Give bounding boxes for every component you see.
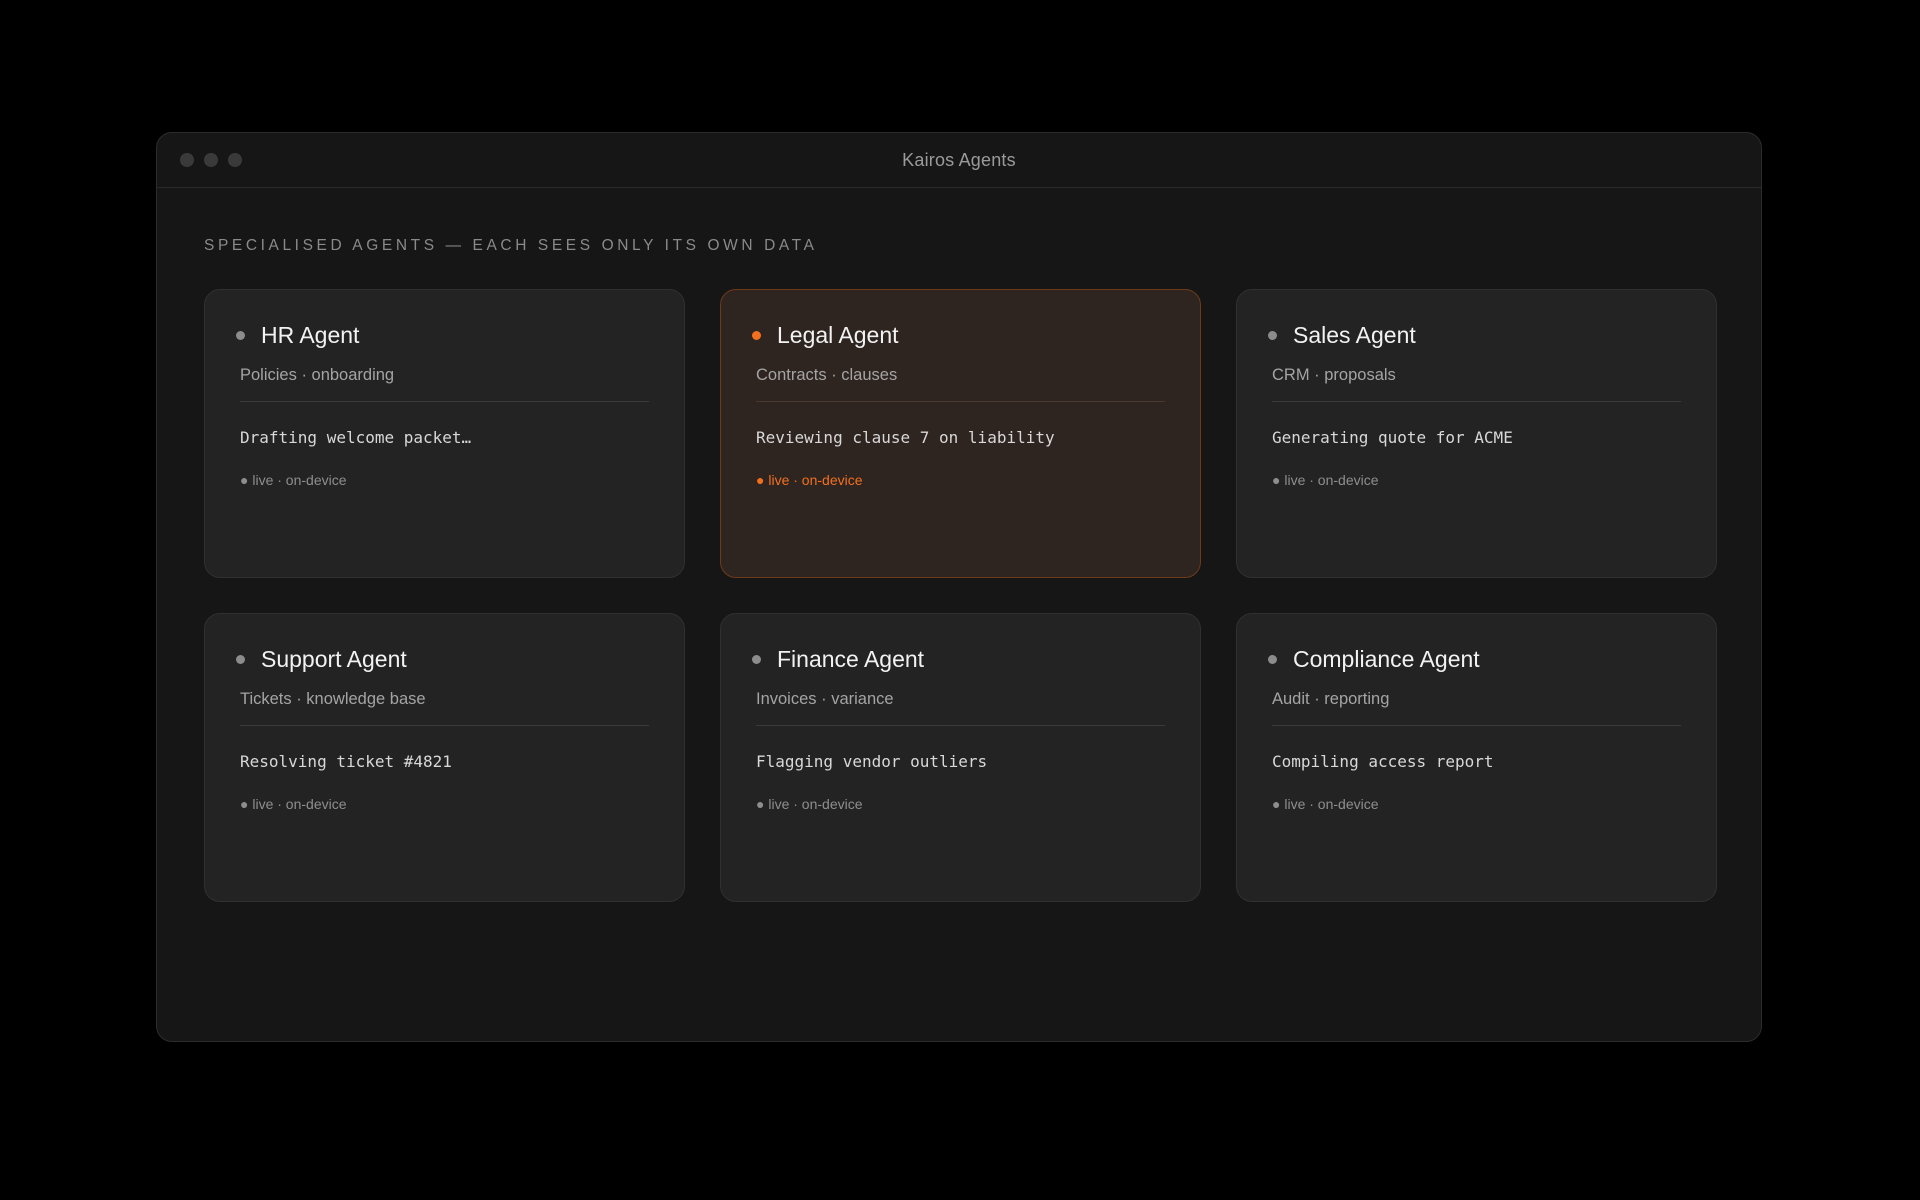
status-dot-icon xyxy=(1268,654,1277,664)
status-dot-icon xyxy=(752,654,761,664)
agent-status: ● live · on-device xyxy=(1272,472,1379,488)
agent-card-header: Legal Agent xyxy=(752,320,1165,350)
agent-task: Compiling access report xyxy=(1272,752,1494,771)
agent-task: Resolving ticket #4821 xyxy=(240,752,452,771)
agent-card-support[interactable]: Support Agent Tickets · knowledge base R… xyxy=(204,613,685,902)
agent-status: ● live · on-device xyxy=(756,796,863,812)
agent-card-header: Finance Agent xyxy=(752,644,1165,674)
main-content: SPECIALISED AGENTS — EACH SEES ONLY ITS … xyxy=(157,236,1761,902)
status-dot-icon xyxy=(752,330,761,340)
agent-card-hr[interactable]: HR Agent Policies · onboarding Drafting … xyxy=(204,289,685,578)
section-label: SPECIALISED AGENTS — EACH SEES ONLY ITS … xyxy=(204,237,818,254)
agent-subtitle: Contracts · clauses xyxy=(756,366,898,384)
agent-task: Reviewing clause 7 on liability xyxy=(756,428,1055,447)
status-dot-icon xyxy=(236,330,245,340)
agent-card-header: HR Agent xyxy=(236,320,649,350)
agent-subtitle: Invoices · variance xyxy=(756,690,894,708)
maximize-window-button[interactable] xyxy=(228,153,242,167)
agent-task: Flagging vendor outliers xyxy=(756,752,988,771)
agent-card-header: Sales Agent xyxy=(1268,320,1681,350)
window-controls xyxy=(180,153,242,167)
agent-subtitle: Tickets · knowledge base xyxy=(240,690,426,708)
agent-card-finance[interactable]: Finance Agent Invoices · variance Flaggi… xyxy=(720,613,1201,902)
close-window-button[interactable] xyxy=(180,153,194,167)
agent-subtitle: Policies · onboarding xyxy=(240,366,395,384)
divider xyxy=(240,401,649,402)
divider xyxy=(1272,725,1681,726)
agent-subtitle: Audit · reporting xyxy=(1272,690,1390,708)
minimize-window-button[interactable] xyxy=(204,153,218,167)
agent-card-legal[interactable]: Legal Agent Contracts · clauses Reviewin… xyxy=(720,289,1201,578)
agent-card-header: Support Agent xyxy=(236,644,649,674)
agent-name: Compliance Agent xyxy=(1293,645,1480,672)
agent-card-sales[interactable]: Sales Agent CRM · proposals Generating q… xyxy=(1236,289,1717,578)
agent-task: Generating quote for ACME xyxy=(1272,428,1513,447)
divider xyxy=(1272,401,1681,402)
agent-status: ● live · on-device xyxy=(1272,796,1379,812)
agent-card-compliance[interactable]: Compliance Agent Audit · reporting Compi… xyxy=(1236,613,1717,902)
agent-status: ● live · on-device xyxy=(756,472,863,488)
agent-grid: HR Agent Policies · onboarding Drafting … xyxy=(204,289,1717,902)
agent-task: Drafting welcome packet… xyxy=(240,428,472,447)
agent-name: Sales Agent xyxy=(1293,321,1416,348)
agent-status: ● live · on-device xyxy=(240,796,347,812)
status-dot-icon xyxy=(236,654,245,664)
agent-name: Finance Agent xyxy=(777,645,925,672)
app-window: Kairos Agents SPECIALISED AGENTS — EACH … xyxy=(156,132,1762,1042)
status-dot-icon xyxy=(1268,330,1277,340)
window-title: Kairos Agents xyxy=(902,149,1016,170)
divider xyxy=(756,725,1165,726)
agent-subtitle: CRM · proposals xyxy=(1272,366,1396,384)
divider xyxy=(756,401,1165,402)
agent-name: Support Agent xyxy=(261,645,407,672)
divider xyxy=(240,725,649,726)
agent-name: HR Agent xyxy=(261,321,360,348)
agent-name: Legal Agent xyxy=(777,321,899,348)
agent-card-header: Compliance Agent xyxy=(1268,644,1681,674)
title-bar: Kairos Agents xyxy=(157,133,1761,188)
agent-status: ● live · on-device xyxy=(240,472,347,488)
